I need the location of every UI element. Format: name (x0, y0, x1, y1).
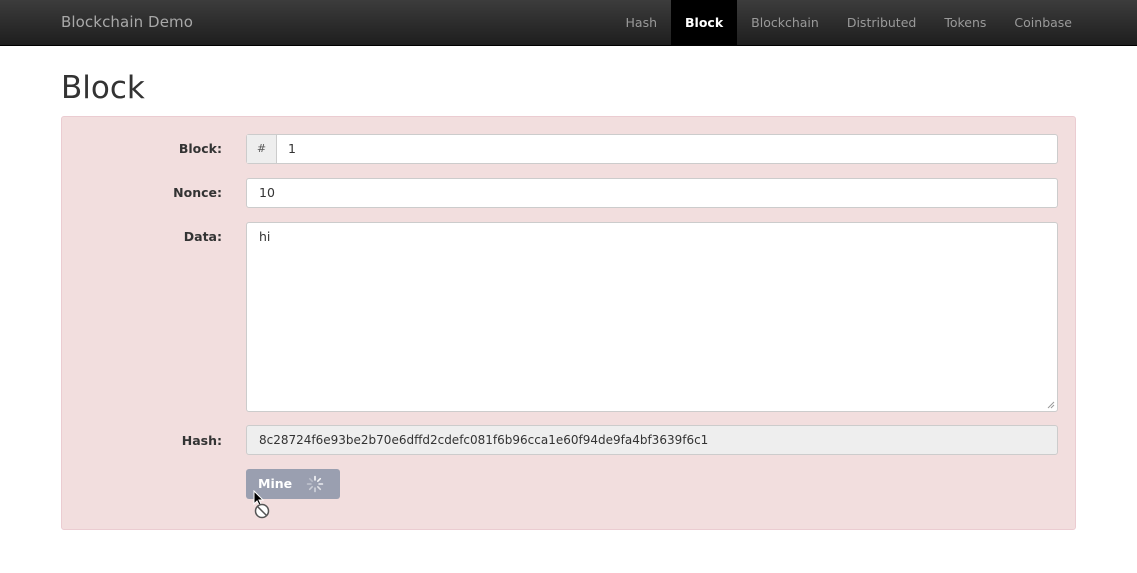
hash-label: Hash: (181, 433, 222, 448)
block-number-field[interactable]: # 1 (246, 134, 1058, 164)
nav-menu: Hash Block Blockchain Distributed Tokens… (612, 0, 1086, 46)
nav-item-distributed[interactable]: Distributed (833, 0, 931, 46)
hash-value: 8c28724f6e93be2b70e6dffd2cdefc081f6b96cc… (259, 433, 709, 447)
hash-field: 8c28724f6e93be2b70e6dffd2cdefc081f6b96cc… (246, 425, 1058, 455)
data-textarea[interactable]: hi (246, 222, 1058, 412)
navbar: Blockchain Demo Hash Block Blockchain Di… (0, 0, 1137, 46)
data-label: Data: (183, 229, 222, 244)
block-panel: Block: # 1 Nonce: 10 Data: hi Hash: 8c28… (61, 116, 1076, 530)
block-number-value[interactable]: 1 (288, 135, 296, 163)
nonce-label: Nonce: (173, 185, 222, 200)
nav-item-tokens[interactable]: Tokens (930, 0, 1000, 46)
nonce-field[interactable]: 10 (246, 178, 1058, 208)
mine-button-label: Mine (258, 476, 293, 491)
brand-link[interactable]: Blockchain Demo (61, 13, 193, 31)
nonce-value[interactable]: 10 (259, 179, 275, 207)
loading-spinner-icon (306, 475, 324, 493)
data-value[interactable]: hi (259, 225, 270, 249)
nav-item-blockchain[interactable]: Blockchain (737, 0, 833, 46)
not-allowed-cursor-icon (253, 490, 270, 519)
nav-item-block[interactable]: Block (671, 0, 738, 46)
nav-item-coinbase[interactable]: Coinbase (1000, 0, 1086, 46)
resize-grip-icon[interactable] (1047, 401, 1055, 409)
block-number-label: Block: (178, 141, 222, 156)
block-number-prefix: # (247, 135, 277, 163)
page-title: Block (61, 70, 145, 106)
nav-item-hash[interactable]: Hash (612, 0, 672, 46)
